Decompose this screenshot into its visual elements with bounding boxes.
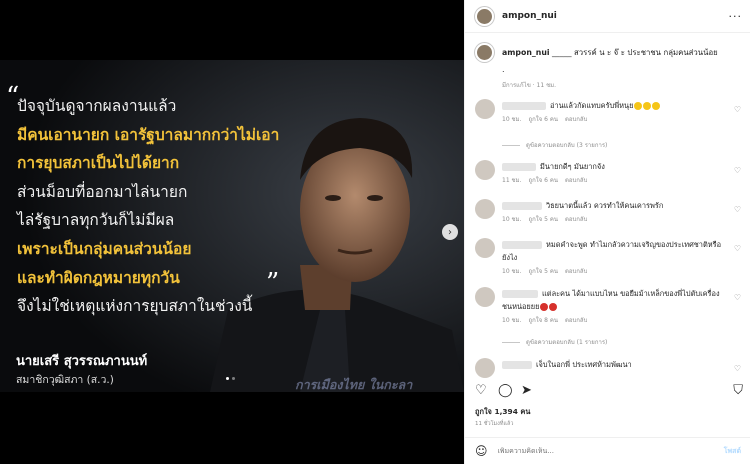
comment-text: มีนายกดีๆ มันยากจัง — [540, 162, 605, 171]
comment-avatar[interactable] — [475, 160, 495, 180]
heart-icon[interactable]: ♡ — [475, 383, 487, 398]
instagram-post-view: การเมืองไทย ในกะลา “ ปัจจุบันดูจากผลงานแ… — [0, 0, 750, 464]
comment-meta: 10 ชม. ถูกใจ 5 คน ตอบกลับ — [502, 214, 722, 224]
bookmark-icon[interactable]: ⛉ — [733, 383, 743, 398]
comment-time: 10 ชม. — [502, 268, 522, 275]
comment-likes[interactable]: ถูกใจ 6 คน — [528, 116, 557, 123]
replies-label: ดูข้อความตอบกลับ (3 รายการ) — [526, 142, 608, 149]
blurred-username[interactable] — [502, 163, 536, 171]
quote-line: ปัจจุบันดูจากผลงานแล้ว — [17, 97, 177, 115]
post-comment-button[interactable]: โพสต์ — [724, 446, 741, 457]
watermark-text: การเมืองไทย ในกะลา — [295, 377, 413, 392]
action-bar: ♡ ◯ ➤ ⛉ — [475, 383, 743, 401]
caption-text: ampon_nui _____ สวรรค์ น ะ จ๊ ะ ประชาชน … — [502, 47, 718, 59]
emoji-icon — [643, 102, 652, 110]
emoji-icon — [540, 303, 549, 311]
view-replies-button[interactable]: ดูข้อความตอบกลับ (3 รายการ) — [502, 140, 607, 150]
post-date: 11 ชั่วโมงที่แล้ว — [475, 421, 514, 427]
comment-avatar[interactable] — [475, 238, 495, 258]
comment-meta: 10 ชม. ถูกใจ 6 คน ตอบกลับ — [502, 114, 722, 124]
reply-button[interactable]: ตอบกลับ — [565, 317, 587, 324]
comment-time: 10 ชม. — [502, 317, 522, 324]
quote-text: ปัจจุบันดูจากผลงานแล้วมีคนเอานายก เอารัฐ… — [17, 92, 287, 321]
comment-avatar[interactable] — [475, 99, 495, 119]
carousel-dots — [226, 377, 235, 380]
comment-meta: 10 ชม. ถูกใจ 8 คน ตอบกลับ — [502, 315, 722, 325]
speaker-name: นายเสรี สุวรรณภานนท์ — [16, 354, 148, 369]
reply-button[interactable]: ตอบกลับ — [565, 116, 587, 123]
comment-meta: 11 ชม. ถูกใจ 6 คน ตอบกลับ — [502, 175, 722, 185]
heart-icon[interactable]: ♡ — [734, 166, 741, 175]
comment-likes[interactable]: ถูกใจ 8 คน — [528, 317, 557, 324]
emoji-icon — [634, 102, 643, 110]
speaker-role: สมาชิกวุฒิสภา (ส.ว.) — [16, 374, 114, 386]
quote-line: มีคนเอานายก เอารัฐบาลมากกว่าไม่เอา — [17, 125, 280, 144]
emoji-icon — [549, 303, 558, 311]
caption-username[interactable]: ampon_nui — [502, 48, 550, 57]
caption-meta: มีการแก้ไข · 11 ชม. — [502, 82, 556, 89]
post-header: ampon_nui ··· — [465, 0, 750, 33]
blurred-username[interactable] — [502, 202, 542, 210]
carousel-next-button[interactable]: › — [442, 224, 458, 240]
blurred-username[interactable] — [502, 290, 538, 298]
chevron-right-icon: › — [448, 226, 452, 238]
comment-text: เจ็บในอกพี่ ประเทศห้ามพัฒนา — [536, 360, 632, 369]
emoji-icon — [652, 102, 661, 110]
reply-button[interactable]: ตอบกลับ — [565, 268, 587, 275]
replies-label: ดูข้อความตอบกลับ (1 รายการ) — [526, 339, 608, 346]
comment-avatar[interactable] — [475, 358, 495, 378]
blurred-username[interactable] — [502, 102, 546, 110]
quote-line: ไล่รัฐบาลทุกวันก็ไม่มีผล — [17, 211, 175, 230]
comment-time: 10 ชม. — [502, 216, 522, 223]
quote-line: ส่วนม็อบที่ออกมาไล่นายก — [17, 182, 188, 201]
quote-line: เพราะเป็นกลุ่มคนส่วนน้อย — [17, 239, 192, 258]
quote-line: จึงไม่ใช่เหตุแห่งการยุบสภาในช่วงนี้ — [17, 297, 253, 316]
send-icon[interactable]: ➤ — [521, 383, 532, 398]
smiley-icon[interactable]: ☺ — [475, 444, 488, 458]
comment-time: 10 ชม. — [502, 116, 522, 123]
view-replies-button[interactable]: ดูข้อความตอบกลับ (1 รายการ) — [502, 337, 607, 347]
comment-likes[interactable]: ถูกใจ 5 คน — [528, 216, 557, 223]
blurred-username[interactable] — [502, 241, 542, 249]
post-media: การเมืองไทย ในกะลา “ ปัจจุบันดูจากผลงานแ… — [0, 0, 464, 464]
comment-likes[interactable]: ถูกใจ 6 คน — [528, 177, 557, 184]
post-sidebar: ampon_nui ··· ampon_nui _____ สวรรค์ น ะ… — [464, 0, 750, 464]
comment-avatar[interactable] — [475, 199, 495, 219]
likes-count[interactable]: ถูกใจ 1,394 คน — [475, 406, 530, 418]
add-comment-bar: ☺ โพสต์ — [465, 437, 750, 464]
heart-icon[interactable]: ♡ — [734, 293, 741, 302]
quote-line: และทำผิดกฎหมายทุกวัน — [17, 268, 180, 287]
more-horizontal-icon[interactable]: ··· — [729, 10, 743, 23]
replies-divider — [502, 145, 520, 146]
heart-icon[interactable]: ♡ — [734, 205, 741, 214]
comment-text: วิธยนาตนี้แล้ว ควรทำให้คนเคารพรัก — [546, 201, 664, 210]
reply-button[interactable]: ตอบกลับ — [565, 216, 587, 223]
carousel-dot[interactable] — [226, 377, 229, 380]
heart-icon[interactable]: ♡ — [734, 244, 741, 253]
carousel-dot[interactable] — [232, 377, 235, 380]
replies-divider — [502, 342, 520, 343]
header-username[interactable]: ampon_nui — [502, 11, 729, 21]
comment-avatar[interactable] — [475, 287, 495, 307]
comment-meta: 10 ชม. ถูกใจ 5 คน ตอบกลับ — [502, 266, 722, 276]
post-caption: ampon_nui _____ สวรรค์ น ะ จ๊ ะ ประชาชน … — [475, 43, 743, 89]
caption-dot: . — [502, 65, 505, 74]
caption-avatar[interactable] — [475, 43, 494, 62]
comment-input[interactable] — [497, 447, 724, 455]
comment-likes[interactable]: ถูกใจ 5 คน — [528, 268, 557, 275]
blurred-username[interactable] — [502, 361, 532, 369]
comment-time: 11 ชม. — [502, 177, 522, 184]
quote-line: การยุบสภาเป็นไปได้ยาก — [17, 154, 180, 173]
comment-text: อ่านแล้วกัดแทบครับพี่หนุย — [550, 101, 634, 110]
comment-icon[interactable]: ◯ — [498, 383, 513, 398]
caption-body: _____ สวรรค์ น ะ จ๊ ะ ประชาชน กลุ่มคนส่ว… — [549, 47, 718, 57]
heart-icon[interactable]: ♡ — [734, 105, 741, 114]
quote-close-mark: ” — [266, 268, 280, 298]
avatar[interactable] — [475, 6, 494, 26]
reply-button[interactable]: ตอบกลับ — [565, 177, 587, 184]
heart-icon[interactable]: ♡ — [734, 364, 741, 373]
